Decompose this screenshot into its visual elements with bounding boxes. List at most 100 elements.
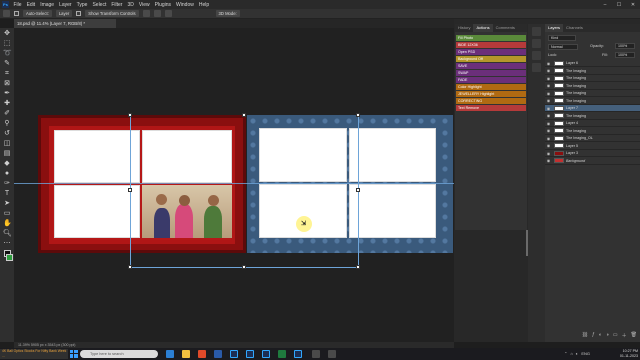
menu-help[interactable]: Help xyxy=(196,2,211,8)
photoshop-taskbar-icon[interactable] xyxy=(262,350,270,358)
action-button[interactable]: SWAP xyxy=(456,70,526,76)
network-icon[interactable]: ⌂ xyxy=(571,350,573,358)
photo-placeholder[interactable] xyxy=(349,128,436,182)
visibility-eye-icon[interactable]: ◉ xyxy=(546,113,551,118)
align-left-icon[interactable] xyxy=(142,10,150,17)
menu-select[interactable]: Select xyxy=(90,2,109,8)
word-icon[interactable] xyxy=(214,350,222,358)
layer-row[interactable]: ◉ The Imaging_OL xyxy=(545,135,640,143)
gradient-tool-icon[interactable]: ▤ xyxy=(3,150,11,158)
visibility-eye-icon[interactable]: ◉ xyxy=(546,143,551,148)
photo-placeholder[interactable] xyxy=(142,130,232,183)
news-ticker[interactable]: 4K Ball Optics Stocks For Nifty Bank Wee… xyxy=(0,349,68,359)
move-tool-icon[interactable]: ✥ xyxy=(3,30,11,38)
tab-layers[interactable]: Layers xyxy=(545,24,564,32)
blend-mode-select[interactable]: Normal xyxy=(548,44,578,50)
layer-row[interactable]: ◉ The Imaging xyxy=(545,75,640,83)
history-brush-icon[interactable]: ↺ xyxy=(3,130,11,138)
fx-icon[interactable]: ƒ xyxy=(592,332,595,340)
fill-field[interactable]: 100% xyxy=(615,52,635,58)
menu-image[interactable]: Image xyxy=(38,2,57,8)
visibility-eye-icon[interactable]: ◉ xyxy=(546,76,551,81)
marquee-tool-icon[interactable]: ⬚ xyxy=(3,40,11,48)
volume-icon[interactable]: 🔈︎ xyxy=(576,350,578,358)
healing-brush-icon[interactable]: ✚ xyxy=(3,100,11,108)
visibility-eye-icon[interactable]: ◉ xyxy=(546,68,551,73)
action-button[interactable]: Text Remove xyxy=(456,105,526,111)
align-center-icon[interactable] xyxy=(153,10,161,17)
transform-handle[interactable] xyxy=(356,188,360,192)
clone-stamp-icon[interactable]: ⚲ xyxy=(3,120,11,128)
mask-icon[interactable]: ◐ xyxy=(599,332,602,340)
action-button[interactable]: Fill Photo xyxy=(456,35,526,41)
layer-row[interactable]: ◉ Layer 4 xyxy=(545,120,640,128)
excel-icon[interactable] xyxy=(278,350,286,358)
photoshop-taskbar-icon[interactable] xyxy=(246,350,254,358)
menu-type[interactable]: Type xyxy=(74,2,90,8)
menu-edit[interactable]: Edit xyxy=(24,2,38,8)
visibility-eye-icon[interactable]: ◉ xyxy=(546,106,551,111)
maximize-icon[interactable]: ☐ xyxy=(612,2,626,8)
action-button[interactable]: BIDE 12X36 xyxy=(456,42,526,48)
menu-file[interactable]: File xyxy=(11,2,24,8)
transform-handle[interactable] xyxy=(356,265,360,269)
visibility-eye-icon[interactable]: ◉ xyxy=(546,128,551,133)
path-select-icon[interactable]: ➤ xyxy=(3,200,11,208)
tray-chevron-icon[interactable]: ⌃ xyxy=(564,350,567,358)
transform-handle[interactable] xyxy=(356,113,360,117)
photoshop-taskbar-icon[interactable] xyxy=(294,350,302,358)
layer-row[interactable]: ◉ The Imaging xyxy=(545,68,640,75)
photo-placeholder[interactable] xyxy=(259,128,347,182)
menu-filter[interactable]: Filter xyxy=(109,2,125,8)
layer-row[interactable]: ◉ Layer 3 xyxy=(545,150,640,158)
chrome-icon[interactable] xyxy=(198,350,206,358)
visibility-eye-icon[interactable]: ◉ xyxy=(546,151,551,156)
new-layer-icon[interactable]: ＋ xyxy=(622,332,627,340)
document-tab[interactable]: 18.psd @ 11.4% (Layer 7, RGB/8) * xyxy=(14,19,116,28)
show-transform-checkbox[interactable] xyxy=(76,11,82,16)
action-button[interactable]: FADE xyxy=(456,77,526,83)
link-layers-icon[interactable]: ⛓ xyxy=(582,332,588,340)
visibility-eye-icon[interactable]: ◉ xyxy=(546,136,551,141)
opacity-field[interactable]: 100% xyxy=(615,43,635,49)
layer-row[interactable]: ◉ The Imaging xyxy=(545,128,640,135)
lasso-tool-icon[interactable]: ➰ xyxy=(3,50,12,58)
file-explorer-icon[interactable] xyxy=(182,350,190,358)
app-icon[interactable] xyxy=(328,350,336,358)
photo-placeholder[interactable] xyxy=(54,130,140,183)
visibility-eye-icon[interactable]: ◉ xyxy=(546,158,551,163)
app-icon[interactable] xyxy=(312,350,320,358)
taskbar-clock[interactable]: 10:27 PM 01-11-2023 xyxy=(600,349,638,359)
swatches-icon[interactable] xyxy=(532,63,541,72)
eyedropper-tool-icon[interactable]: ✒ xyxy=(3,90,11,98)
hand-tool-icon[interactable]: ✋ xyxy=(3,220,12,228)
brush-tool-icon[interactable]: ✐ xyxy=(3,110,11,118)
adjustment-layer-icon[interactable]: ◑ xyxy=(606,332,609,340)
zoom-tool-icon[interactable]: 🔍︎ xyxy=(3,230,12,238)
shape-tool-icon[interactable]: ▭ xyxy=(3,210,11,218)
frame-tool-icon[interactable]: ⊠ xyxy=(3,80,11,88)
action-button[interactable]: Open PSD xyxy=(456,49,526,55)
visibility-eye-icon[interactable]: ◉ xyxy=(546,61,551,66)
transform-handle[interactable] xyxy=(128,188,132,192)
delete-layer-icon[interactable]: 🗑︎ xyxy=(631,332,637,340)
layer-row[interactable]: ◉ Background xyxy=(545,158,640,165)
crop-tool-icon[interactable]: ⌗ xyxy=(3,70,11,78)
action-button[interactable]: Background Off xyxy=(456,56,526,62)
adjustments-icon[interactable] xyxy=(532,39,541,48)
action-button[interactable]: Color Highlight xyxy=(456,84,526,90)
tab-comments[interactable]: Comments xyxy=(493,24,518,32)
transform-handle[interactable] xyxy=(128,113,132,117)
layer-row[interactable]: ◉ The Imaging xyxy=(545,90,640,98)
photoshop-taskbar-icon[interactable] xyxy=(230,350,238,358)
minimize-icon[interactable]: – xyxy=(598,2,612,8)
language-indicator[interactable]: ENG xyxy=(581,350,590,358)
menu-plugins[interactable]: Plugins xyxy=(152,2,173,8)
action-button[interactable]: CORRECTING xyxy=(456,98,526,104)
layer-row[interactable]: ◉ Layer 5 xyxy=(545,143,640,150)
properties-icon[interactable] xyxy=(532,27,541,36)
photo-placeholder[interactable] xyxy=(54,185,140,238)
transform-handle[interactable] xyxy=(242,265,246,269)
visibility-eye-icon[interactable]: ◉ xyxy=(546,91,551,96)
visibility-eye-icon[interactable]: ◉ xyxy=(546,121,551,126)
